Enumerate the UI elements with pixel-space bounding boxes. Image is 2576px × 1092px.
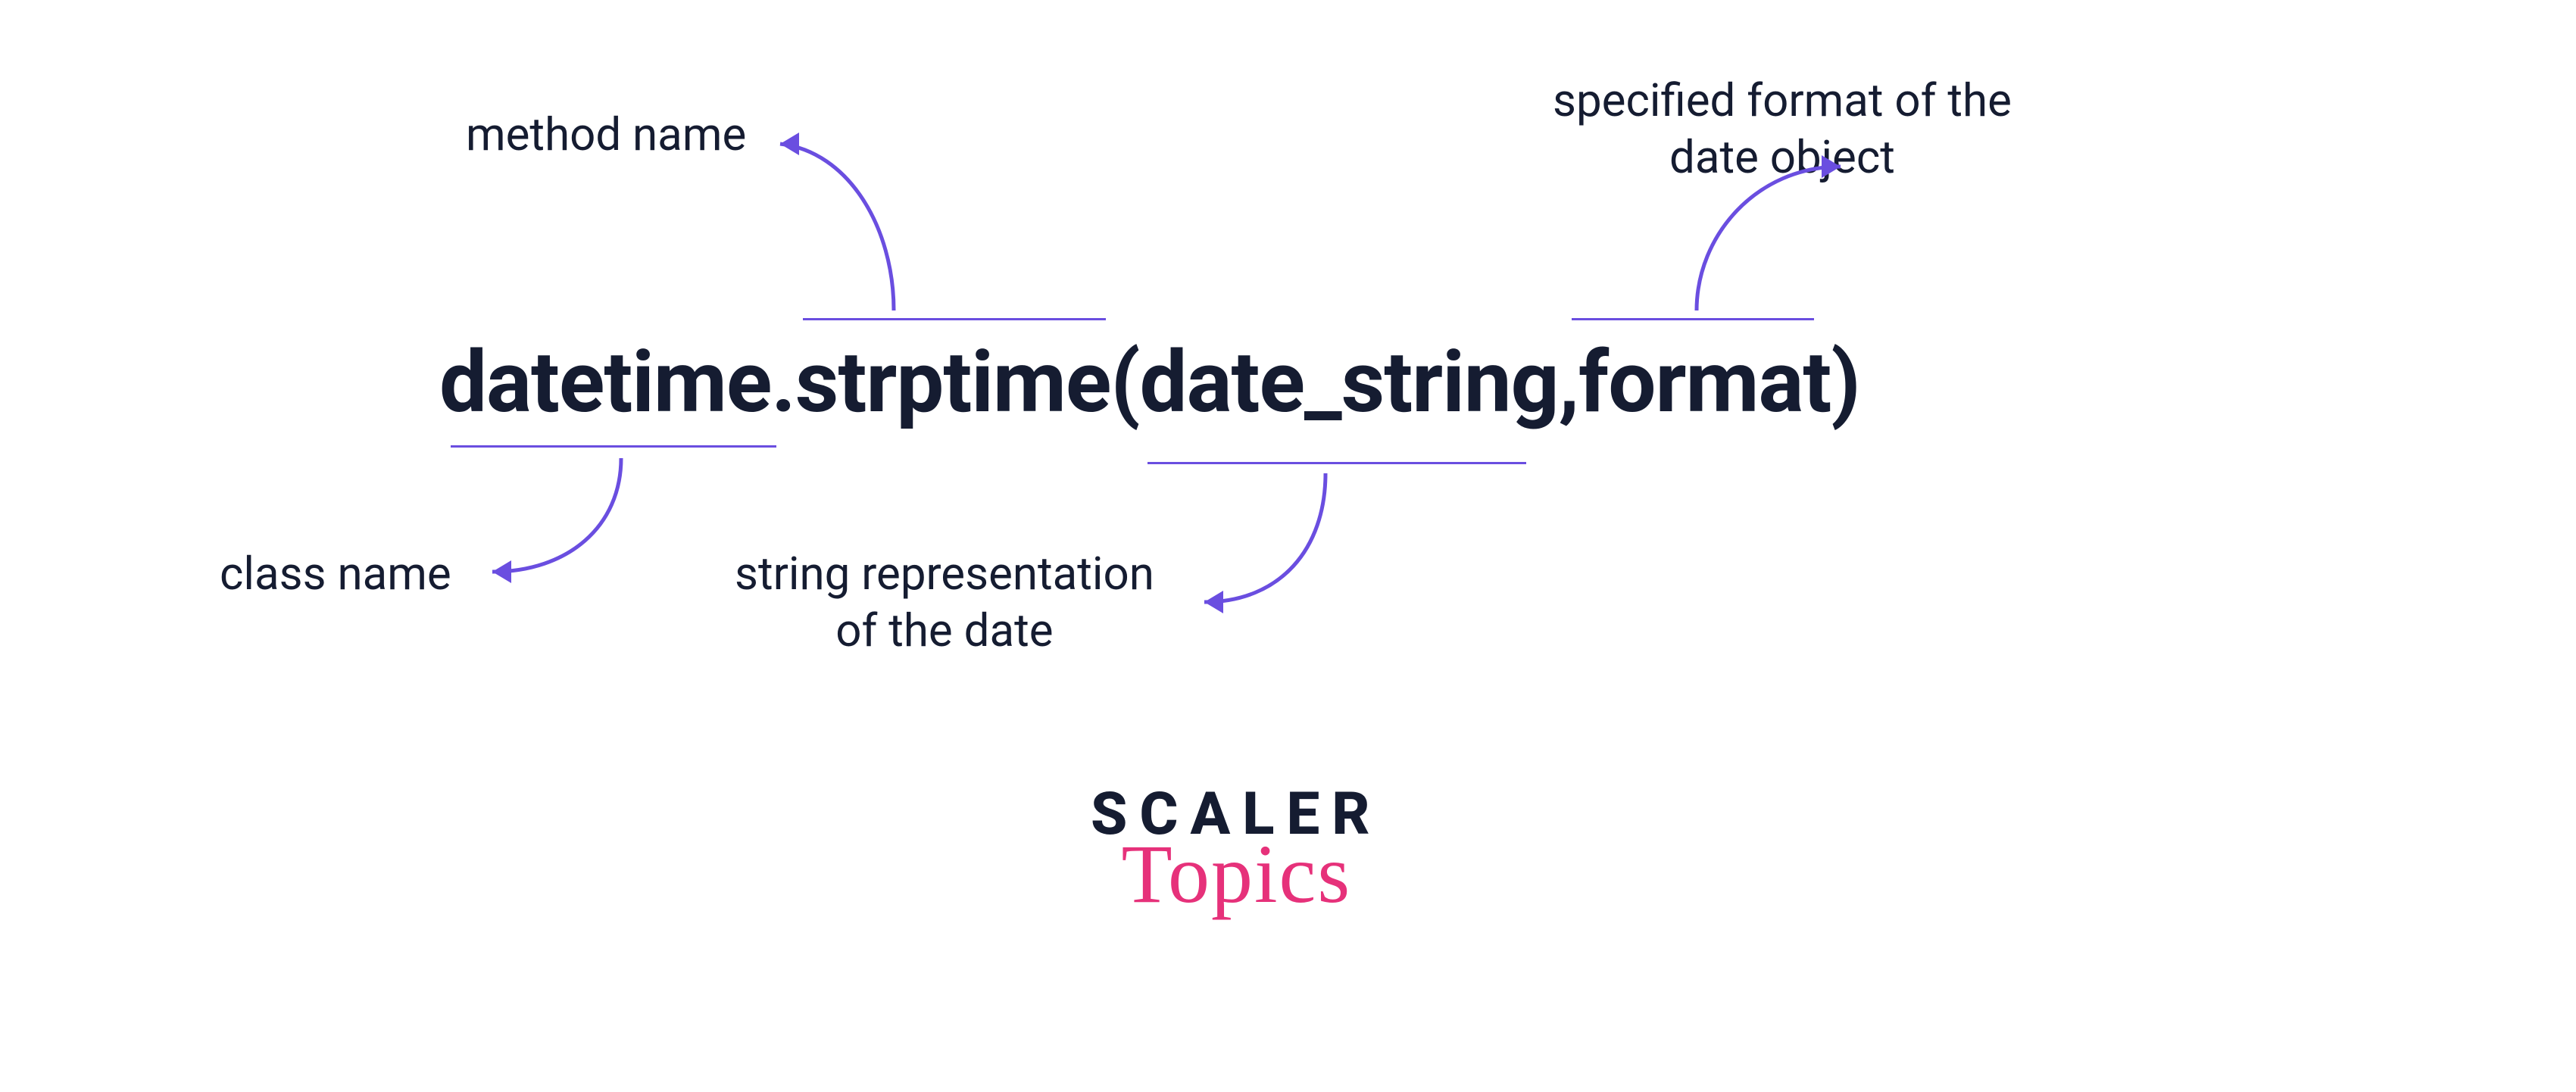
token-format: format xyxy=(1578,333,1831,432)
annotation-class-name: class name xyxy=(220,545,451,602)
annotation-format-line1: specified format of the xyxy=(1553,73,2012,127)
token-open-paren: ( xyxy=(1110,333,1139,432)
annotation-string-rep: string representation of the date xyxy=(735,545,1154,659)
overline-strptime xyxy=(803,318,1106,320)
annotation-string-rep-line1: string representation xyxy=(735,547,1154,601)
token-date-string: date_string xyxy=(1140,333,1559,432)
arrow-datestring-to-label xyxy=(1182,466,1379,632)
annotation-format-line2: date object xyxy=(1669,130,1895,184)
token-strptime: strptime xyxy=(795,333,1110,432)
diagram-stage: datetime.strptime(date_string, format) m… xyxy=(0,0,2576,1092)
arrow-datetime-to-class xyxy=(470,451,667,602)
logo: SCALER Topics xyxy=(1091,780,1382,922)
token-dot: . xyxy=(771,333,795,432)
token-comma: , xyxy=(1559,333,1579,432)
logo-topics: Topics xyxy=(1091,826,1382,922)
annotation-string-rep-line2: of the date xyxy=(835,604,1053,657)
token-datetime: datetime xyxy=(439,333,771,432)
annotation-method-name: method name xyxy=(466,106,746,163)
overline-format xyxy=(1572,318,1814,320)
underline-date-string xyxy=(1147,462,1526,464)
code-expression: datetime.strptime(date_string, format) xyxy=(439,333,1860,432)
token-close-paren: ) xyxy=(1831,333,1859,432)
underline-datetime xyxy=(451,445,776,448)
annotation-format: specified format of the date object xyxy=(1553,72,2012,186)
arrow-strptime-to-method xyxy=(757,121,924,326)
